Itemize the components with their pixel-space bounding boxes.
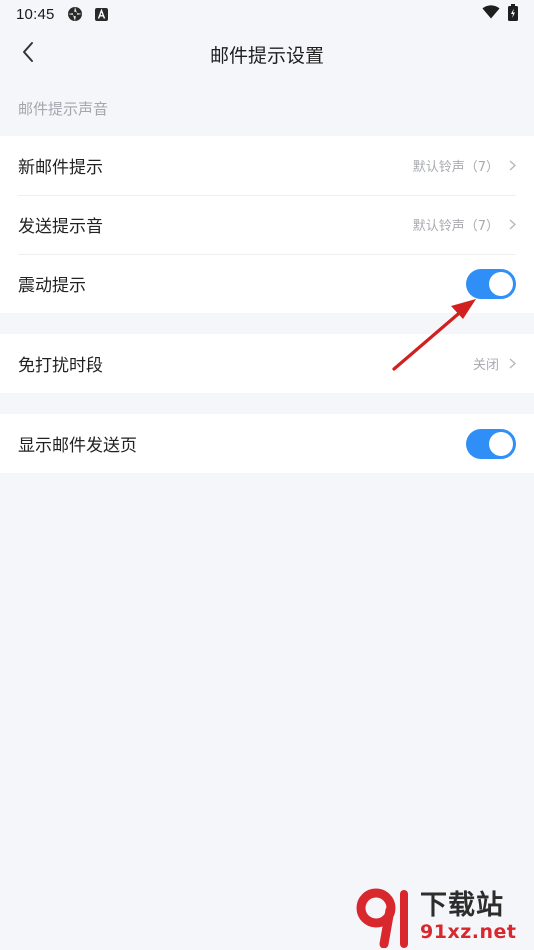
watermark-brand-en: 91xz.net <box>420 921 517 943</box>
show-send-page-label: 显示邮件发送页 <box>18 436 137 456</box>
status-time: 10:45 <box>16 5 55 23</box>
settings-group-dnd: 免打扰时段 关闭 <box>0 334 534 393</box>
send-sound-value: 默认铃声（7） <box>412 219 499 234</box>
page-title: 邮件提示设置 <box>209 44 324 67</box>
brand-logo-icon <box>354 886 418 949</box>
wifi-icon <box>482 5 500 23</box>
toggle-knob <box>489 431 513 456</box>
send-sound-row[interactable]: 发送提示音 默认铃声（7） <box>0 195 534 254</box>
chevron-right-icon <box>509 358 516 369</box>
watermark-brand-cn: 下载站 <box>420 890 504 921</box>
section-header: 邮件提示声音 <box>18 100 109 118</box>
aperture-icon <box>67 6 83 22</box>
chevron-left-icon <box>21 41 35 67</box>
watermark-text: 下载站 91xz.net <box>420 890 517 944</box>
chevron-right-icon <box>509 219 516 230</box>
watermark-logo: 下载站 91xz.net <box>354 886 530 949</box>
battery-icon <box>508 3 518 25</box>
vibrate-alert-label: 震动提示 <box>18 276 86 296</box>
dnd-period-label: 免打扰时段 <box>18 356 103 376</box>
dnd-period-value: 关闭 <box>472 358 499 373</box>
settings-group-send-page: 显示邮件发送页 <box>0 414 534 473</box>
dnd-period-row[interactable]: 免打扰时段 关闭 <box>0 334 534 393</box>
back-button[interactable] <box>12 38 44 70</box>
dnd-period-value-wrap: 关闭 <box>473 354 516 373</box>
send-sound-label: 发送提示音 <box>18 217 103 237</box>
show-send-page-toggle[interactable] <box>466 428 516 459</box>
a-badge-icon <box>94 7 108 21</box>
nav-bar: 邮件提示设置 <box>0 28 534 80</box>
new-mail-alert-value: 默认铃声（7） <box>412 160 499 175</box>
show-send-page-row: 显示邮件发送页 <box>0 414 534 473</box>
vibrate-alert-toggle[interactable] <box>466 268 516 299</box>
send-sound-value-wrap: 默认铃声（7） <box>413 215 516 234</box>
new-mail-alert-label: 新邮件提示 <box>18 158 103 178</box>
settings-group-sound: 新邮件提示 默认铃声（7） 发送提示音 默认铃声（7） 震动提示 <box>0 136 534 313</box>
new-mail-alert-row[interactable]: 新邮件提示 默认铃声（7） <box>0 136 534 195</box>
chevron-right-icon <box>509 160 516 171</box>
toggle-knob <box>489 271 513 296</box>
vibrate-alert-row: 震动提示 <box>0 254 534 313</box>
new-mail-alert-value-wrap: 默认铃声（7） <box>413 156 516 175</box>
status-bar: 10:45 <box>0 0 534 28</box>
